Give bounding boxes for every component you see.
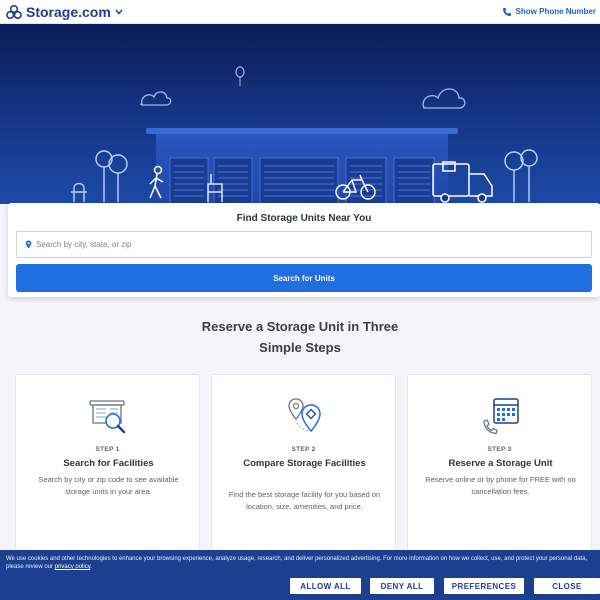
search-units-button[interactable]: Search for Units [16, 264, 592, 292]
search-field[interactable] [16, 231, 592, 258]
cookie-message: We use cookies and other technologies to… [6, 556, 588, 570]
show-phone-link[interactable]: Show Phone Number [502, 7, 596, 17]
map-pins-icon [287, 398, 321, 433]
privacy-policy-link[interactable]: privacy policy [55, 564, 91, 570]
step-label: STEP 3 [487, 446, 512, 453]
steps-section-title: Reserve a Storage Unit in Three Simple S… [150, 316, 450, 358]
step-heading: Search for Facilities [63, 458, 154, 469]
balloon-icon [235, 66, 245, 78]
allow-all-button[interactable]: ALLOW ALL [290, 578, 361, 594]
steps-title-line1: Reserve a Storage Unit in Three [201, 319, 399, 334]
storage-search-icon [88, 400, 125, 434]
tree-icon [504, 149, 538, 202]
step-description: Reserve online or by phone for FREE with… [425, 475, 576, 496]
calendar-phone-icon [482, 398, 519, 435]
hero-illustration [71, 66, 538, 204]
hydrant-icon [71, 182, 87, 202]
step-heading: Compare Storage Facilities [243, 458, 366, 469]
step-description: Search by city or zip code to see availa… [38, 475, 179, 496]
location-pin-icon [25, 240, 32, 249]
brand-name: Storage.com [26, 3, 111, 20]
close-button[interactable]: CLOSE [534, 578, 600, 594]
step-card-3: STEP 3 Reserve a Storage Unit Reserve on… [407, 374, 592, 554]
deny-all-button[interactable]: DENY ALL [370, 578, 434, 594]
steps-title-line2: Simple Steps [259, 340, 341, 355]
step-card-2: STEP 2 Compare Storage Facilities Find t… [211, 374, 396, 554]
search-input[interactable] [36, 240, 576, 249]
logo-boxes-icon [6, 4, 22, 19]
cookie-text: We use cookies and other technologies to… [6, 555, 598, 571]
search-title: Find Storage Units Near You [236, 213, 372, 224]
brand-logo[interactable]: Storage.com [6, 4, 123, 20]
step-label: STEP 2 [291, 446, 316, 453]
phone-icon [502, 7, 511, 16]
cookie-banner: We use cookies and other technologies to… [0, 550, 600, 600]
step-card-1: STEP 1 Search for Facilities Search by c… [15, 374, 200, 554]
search-card: Find Storage Units Near You Search for U… [8, 203, 600, 297]
step-label: STEP 1 [95, 446, 120, 453]
preferences-button[interactable]: PREFERENCES [444, 578, 524, 594]
show-phone-label: Show Phone Number [515, 7, 596, 16]
hero-banner [0, 24, 600, 204]
chevron-down-icon [115, 9, 123, 15]
cookie-trailing: . [90, 564, 92, 570]
step-description: Find the best storage facility for you b… [228, 490, 381, 511]
cloud-icon [422, 88, 466, 109]
site-header: Storage.com Show Phone Number [0, 0, 600, 24]
cloud-icon [140, 91, 172, 106]
tree-icon [95, 150, 128, 202]
step-heading: Reserve a Storage Unit [448, 458, 553, 469]
